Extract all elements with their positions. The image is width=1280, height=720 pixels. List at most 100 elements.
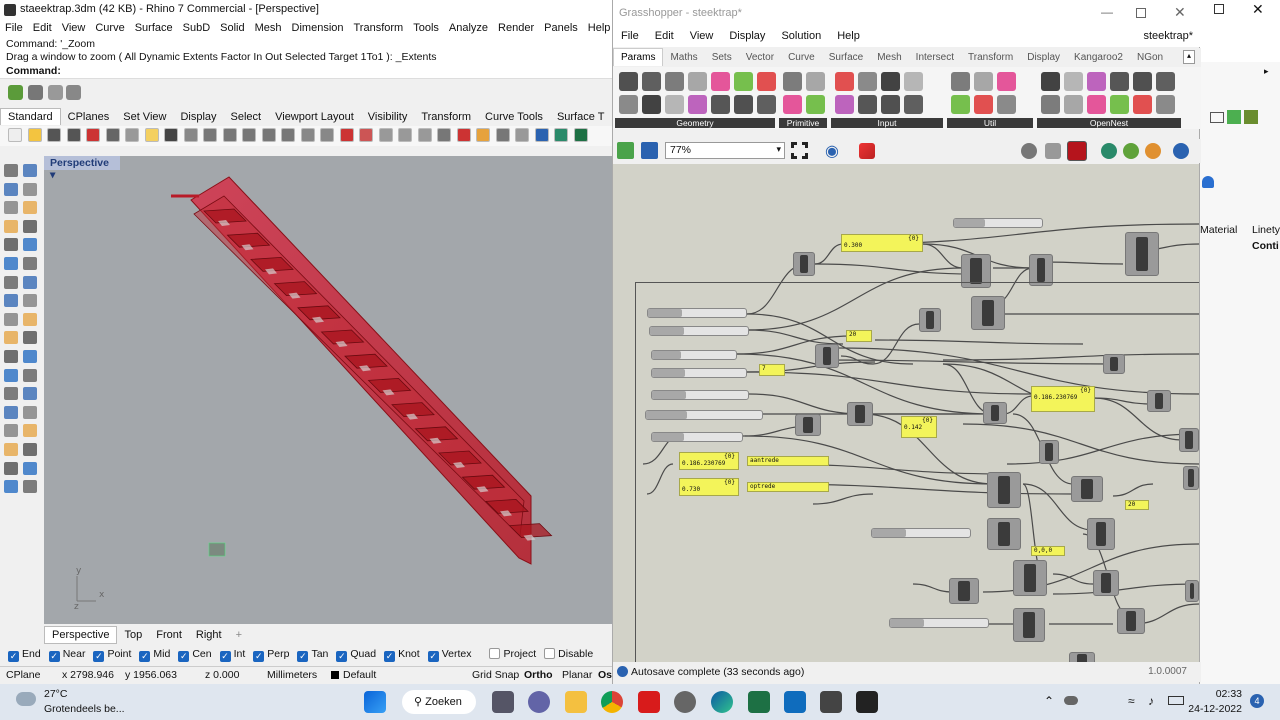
osnap-toggle[interactable]: Os [598,669,612,681]
gh-panel[interactable]: 0,0,0 [1031,546,1065,556]
sidebar-tool-icon[interactable] [23,164,37,177]
gh-panel[interactable]: {0} 0.142 [901,416,937,438]
component-icon[interactable] [665,72,684,91]
toolbar-icon-21[interactable] [398,128,412,142]
preview-mode-icon-3[interactable] [1067,141,1087,161]
ortho-toggle[interactable]: Ortho [524,669,553,681]
sidebar-tool-icon[interactable] [23,312,37,326]
gh-number-slider[interactable] [953,218,1043,228]
osnap-near[interactable]: ✓ Near [48,648,85,662]
viewport-tab-right[interactable]: Right [189,627,229,643]
component-icon[interactable] [711,95,730,114]
toolbar-icon-4[interactable] [66,128,81,142]
sidebar-tool-icon[interactable] [23,238,37,252]
gh-menu-display[interactable]: Display [721,27,773,45]
gh-tab-surface[interactable]: Surface [822,49,870,66]
viewport-tab-top[interactable]: Top [117,627,149,643]
render-icon-3[interactable] [1145,143,1161,159]
linetype-header[interactable]: Linety [1252,224,1280,236]
component-icon[interactable] [997,95,1016,114]
component-icon[interactable] [835,72,854,91]
osnap-point[interactable]: ✓ Point [93,648,131,662]
toolbar-icon-19[interactable] [359,128,373,142]
zoom-extents-icon[interactable] [791,142,808,159]
notification-badge[interactable]: 4 [1250,694,1264,708]
sidebar-tool-icon[interactable] [4,461,18,475]
rhino-taskbar-icon[interactable] [820,691,842,713]
network-icon[interactable]: ≈ [1128,694,1135,708]
gh-tab-intersect[interactable]: Intersect [909,49,961,66]
component-icon[interactable] [734,72,753,91]
sidebar-tool-icon[interactable] [23,443,37,456]
component-icon[interactable] [881,72,900,91]
toolbar-tab-display[interactable]: Display [173,109,223,125]
gh-tab-curve[interactable]: Curve [781,49,822,66]
checkbox-icon[interactable] [489,648,501,659]
sidebar-tool-icon[interactable] [4,480,18,494]
toolbar-tab-standard[interactable]: Standard [0,108,61,125]
sidebar-tool-icon[interactable] [23,275,37,289]
checkbox-icon[interactable] [544,648,556,659]
osnap-disable[interactable]: Disable [544,648,593,660]
ribbon-group-opennest[interactable]: OpenNest [1037,118,1181,128]
gh-tab-vector[interactable]: Vector [739,49,781,66]
toolbar-icon-9[interactable] [164,128,178,142]
viewport-tab-front[interactable]: Front [149,627,189,643]
settings-gear-icon[interactable] [674,691,696,713]
perspective-viewport[interactable]: y x z [44,156,614,624]
preview-mode-icon-1[interactable] [1021,143,1037,159]
gh-close-icon[interactable]: ✕ [1174,4,1186,21]
gh-panel[interactable]: {0} 0.730 [679,478,739,496]
cplane-label[interactable]: CPlane [6,669,40,681]
menu-solid[interactable]: Solid [215,20,249,36]
menu-transform[interactable]: Transform [349,20,409,36]
toolbar-tab-transform[interactable]: Transform [414,109,478,125]
preview-eye-icon[interactable]: ◉ [825,141,839,161]
toolbar-tab-curve-tools[interactable]: Curve Tools [478,109,550,125]
tray-chevron-icon[interactable]: ⌃ [1044,694,1054,708]
checkbox-icon[interactable]: ✓ [336,651,348,662]
teams-chat-icon[interactable] [528,691,550,713]
sidebar-tool-icon[interactable] [4,257,18,270]
gh-slider-grip[interactable] [954,219,985,227]
record-history-icon[interactable] [48,85,63,100]
gh-panel[interactable]: {0} 0.186.230769 [1031,386,1095,412]
sidebar-tool-icon[interactable] [4,201,18,215]
toolbar-icon-22[interactable] [417,128,432,142]
toolbar-icon-3[interactable] [47,128,61,142]
sidebar-tool-icon[interactable] [4,164,18,177]
acrobat-icon[interactable] [638,691,660,713]
sidebar-tool-icon[interactable] [4,443,18,456]
component-icon[interactable] [951,95,970,114]
toolbar-icon-11[interactable] [203,128,217,142]
toolbar-icon-17[interactable] [320,128,334,142]
gh-component-node[interactable] [1125,232,1159,276]
toolbar-tab-select[interactable]: Select [224,109,269,125]
menu-panels[interactable]: Panels [539,20,583,36]
checkbox-icon[interactable]: ✓ [253,651,265,662]
gh-panel[interactable]: {0} 0.186.230769 [679,452,739,470]
toolbar-icon-12[interactable] [222,128,237,142]
scroll-right-icon[interactable]: ▸ [1264,66,1276,80]
stop-icon[interactable] [1244,110,1258,124]
component-icon[interactable] [711,72,730,91]
toolbar-tab-surface-t[interactable]: Surface T [550,109,612,125]
toolbar-icon-26[interactable] [495,128,510,142]
sidebar-tool-icon[interactable] [4,312,18,326]
rhino-close-icon[interactable]: ✕ [1252,1,1264,18]
gh-panel[interactable]: 20 [846,330,872,342]
sidebar-tool-icon[interactable] [4,368,18,382]
toolbar-icon-8[interactable] [144,128,159,142]
component-icon[interactable] [997,72,1016,91]
checkbox-icon[interactable]: ✓ [427,651,439,662]
sidebar-tool-icon[interactable] [4,219,18,233]
menu-surface[interactable]: Surface [130,20,178,36]
named-view-icon[interactable] [1210,112,1224,123]
component-icon[interactable] [1064,95,1083,114]
menu-analyze[interactable]: Analyze [444,20,493,36]
component-icon[interactable] [619,95,638,114]
sidebar-tool-icon[interactable] [23,405,37,419]
toolbar-icon-6[interactable] [105,128,120,142]
toolbar-icon-13[interactable] [242,128,256,142]
gh-panel[interactable]: optrede [747,482,829,492]
